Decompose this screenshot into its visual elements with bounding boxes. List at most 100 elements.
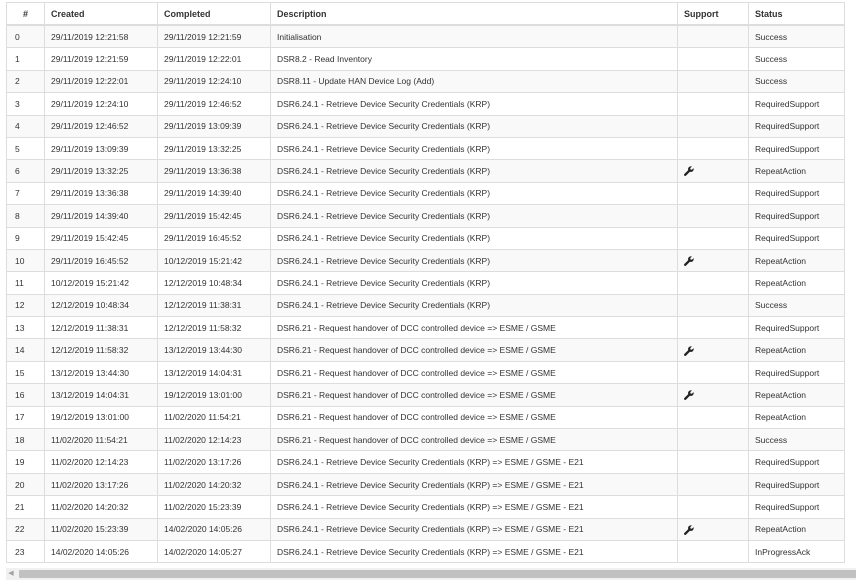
column-header-number[interactable]: # [6, 2, 45, 26]
cell-support [677, 69, 749, 94]
table-row[interactable]: 3 29/11/2019 12:24:10 29/11/2019 12:46:52 D… [6, 92, 845, 116]
cell-completed: 29/11/2019 13:32:25 [157, 136, 271, 161]
cell-support [677, 360, 749, 385]
cell-description: DSR6.21 - Request handover of DCC contro… [270, 428, 678, 452]
table-row[interactable]: 13 12/12/2019 11:38:31 12/12/2019 11:58:32… [6, 316, 845, 340]
cell-number: 1 [6, 47, 45, 71]
cell-description: DSR6.21 - Request handover of DCC contro… [270, 360, 678, 385]
table-row[interactable]: 19 11/02/2020 12:14:23 11/02/2020 13:17:26… [6, 450, 845, 474]
table-row[interactable]: 6 29/11/2019 13:32:25 29/11/2019 13:36:38 D… [6, 159, 845, 183]
wrench-icon[interactable] [684, 166, 694, 177]
cell-support [677, 248, 749, 273]
scroll-left-arrow-icon[interactable]: ◀ [6, 568, 16, 580]
table-row[interactable]: 16 13/12/2019 14:04:31 19/12/2019 13:01:00… [6, 383, 845, 407]
wrench-icon[interactable] [684, 390, 694, 401]
cell-number: 9 [6, 226, 45, 250]
cell-completed: 12/12/2019 10:48:34 [157, 271, 271, 295]
cell-description: DSR6.24.1 - Retrieve Device Security Cre… [270, 450, 678, 474]
table-row[interactable]: 15 13/12/2019 13:44:30 13/12/2019 14:04:31… [6, 360, 845, 385]
cell-number: 5 [6, 136, 45, 161]
table-row[interactable]: 2 29/11/2019 12:22:01 29/11/2019 12:24:10 D… [6, 69, 845, 94]
table-row[interactable]: 5 29/11/2019 13:09:39 29/11/2019 13:32:25 D… [6, 136, 845, 161]
cell-completed: 11/02/2020 13:17:26 [157, 450, 271, 474]
table-row[interactable]: 8 29/11/2019 14:39:40 29/11/2019 15:42:45 D… [6, 204, 845, 228]
cell-support [677, 204, 749, 228]
cell-created: 11/02/2020 14:20:32 [44, 495, 158, 519]
cell-support [677, 136, 749, 161]
table-row[interactable]: 18 11/02/2020 11:54:21 11/02/2020 12:14:23… [6, 428, 845, 452]
column-header-description[interactable]: Description [270, 2, 678, 26]
table-row[interactable]: 17 19/12/2019 13:01:00 11/02/2020 11:54:21… [6, 405, 845, 430]
cell-description: DSR6.24.1 - Retrieve Device Security Cre… [270, 204, 678, 228]
cell-support [677, 338, 749, 362]
cell-created: 29/11/2019 13:09:39 [44, 136, 158, 161]
scrollbar-thumb[interactable] [19, 570, 856, 578]
cell-completed: 11/02/2020 12:14:23 [157, 428, 271, 452]
cell-support [677, 47, 749, 71]
table-row[interactable]: 22 11/02/2020 15:23:39 14/02/2020 14:05:26… [6, 517, 845, 541]
wrench-icon[interactable] [684, 345, 694, 356]
cell-number: 8 [6, 204, 45, 228]
cell-support [677, 428, 749, 452]
cell-support [677, 92, 749, 116]
table-row[interactable]: 7 29/11/2019 13:36:38 29/11/2019 14:39:40 D… [6, 181, 845, 206]
cell-status: RequiredSupport [748, 472, 845, 497]
cell-created: 29/11/2019 14:39:40 [44, 204, 158, 228]
column-header-support[interactable]: Support [677, 2, 749, 26]
cell-created: 29/11/2019 16:45:52 [44, 248, 158, 273]
cell-created: 29/11/2019 12:22:01 [44, 69, 158, 94]
cell-status: RepeatAction [748, 405, 845, 430]
cell-status: RequiredSupport [748, 495, 845, 519]
table-row[interactable]: 14 12/12/2019 11:58:32 13/12/2019 13:44:30… [6, 338, 845, 362]
table-row[interactable]: 0 29/11/2019 12:21:58 29/11/2019 12:21:59 I… [6, 24, 845, 49]
horizontal-scrollbar[interactable]: ◀ [6, 568, 856, 580]
cell-created: 12/12/2019 11:58:32 [44, 338, 158, 362]
cell-description: DSR6.24.1 - Retrieve Device Security Cre… [270, 248, 678, 273]
cell-completed: 12/12/2019 11:58:32 [157, 316, 271, 340]
column-header-created[interactable]: Created [44, 2, 158, 26]
cell-status: RequiredSupport [748, 226, 845, 250]
cell-completed: 29/11/2019 16:45:52 [157, 226, 271, 250]
table-row[interactable]: 21 11/02/2020 14:20:32 11/02/2020 15:23:39… [6, 495, 845, 519]
cell-support [677, 24, 749, 49]
table-row[interactable]: 11 10/12/2019 15:21:42 12/12/2019 10:48:34… [6, 271, 845, 295]
cell-status: RequiredSupport [748, 204, 845, 228]
table-row[interactable]: 20 11/02/2020 13:17:26 11/02/2020 14:20:32… [6, 472, 845, 497]
wrench-icon[interactable] [684, 524, 694, 535]
cell-completed: 11/02/2020 15:23:39 [157, 495, 271, 519]
column-header-status[interactable]: Status [748, 2, 845, 26]
cell-description: DSR6.24.1 - Retrieve Device Security Cre… [270, 92, 678, 116]
cell-completed: 10/12/2019 15:21:42 [157, 248, 271, 273]
cell-support [677, 495, 749, 519]
cell-status: RequiredSupport [748, 136, 845, 161]
table-row[interactable]: 10 29/11/2019 16:45:52 10/12/2019 15:21:42… [6, 248, 845, 273]
cell-support [677, 517, 749, 541]
cell-created: 29/11/2019 15:42:45 [44, 226, 158, 250]
table-row[interactable]: 23 14/02/2020 14:05:26 14/02/2020 14:05:27… [6, 539, 845, 564]
cell-completed: 12/12/2019 11:38:31 [157, 293, 271, 318]
table-row[interactable]: 1 29/11/2019 12:21:59 29/11/2019 12:22:01 D… [6, 47, 845, 71]
cell-completed: 29/11/2019 15:42:45 [157, 204, 271, 228]
column-header-completed[interactable]: Completed [157, 2, 271, 26]
table-row[interactable]: 12 12/12/2019 10:48:34 12/12/2019 11:38:31… [6, 293, 845, 318]
cell-completed: 14/02/2020 14:05:27 [157, 539, 271, 564]
table-row[interactable]: 9 29/11/2019 15:42:45 29/11/2019 16:45:52 D… [6, 226, 845, 250]
steps-table-container: # Created Completed Description Support … [6, 2, 845, 564]
cell-created: 13/12/2019 14:04:31 [44, 383, 158, 407]
cell-description: DSR6.24.1 - Retrieve Device Security Cre… [270, 114, 678, 138]
cell-description: DSR6.24.1 - Retrieve Device Security Cre… [270, 539, 678, 564]
cell-completed: 13/12/2019 13:44:30 [157, 338, 271, 362]
cell-support [677, 226, 749, 250]
cell-created: 11/02/2020 15:23:39 [44, 517, 158, 541]
table-row[interactable]: 4 29/11/2019 12:46:52 29/11/2019 13:09:39 D… [6, 114, 845, 138]
cell-description: DSR6.24.1 - Retrieve Device Security Cre… [270, 271, 678, 295]
cell-status: RepeatAction [748, 271, 845, 295]
wrench-icon[interactable] [684, 255, 694, 266]
cell-number: 0 [6, 24, 45, 49]
cell-support [677, 472, 749, 497]
cell-number: 14 [6, 338, 45, 362]
cell-created: 29/11/2019 12:21:59 [44, 47, 158, 71]
cell-status: InProgressAck [748, 539, 845, 564]
cell-support [677, 114, 749, 138]
cell-created: 29/11/2019 12:21:58 [44, 24, 158, 49]
